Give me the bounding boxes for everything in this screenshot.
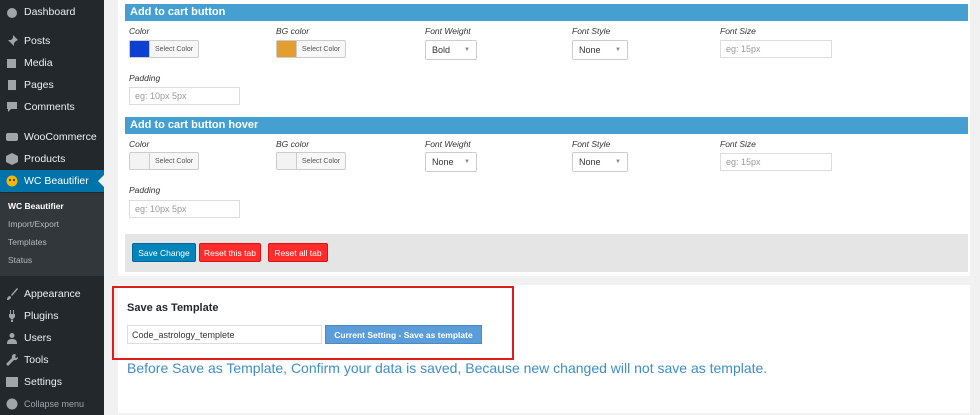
select-color-text: Select Color bbox=[155, 157, 194, 165]
nav-label: Plugins bbox=[24, 310, 59, 322]
submenu-status[interactable]: Status bbox=[8, 255, 32, 265]
color-label: Color bbox=[129, 26, 150, 36]
submenu-wc-beautifier[interactable]: WC Beautifier bbox=[8, 201, 64, 211]
collapse-icon bbox=[0, 398, 24, 410]
font-weight-value: Bold bbox=[432, 45, 451, 55]
nav-label: Appearance bbox=[24, 288, 81, 300]
pages-icon bbox=[0, 79, 24, 91]
font-size-label: Font Size bbox=[720, 26, 756, 36]
nav-appearance[interactable]: Appearance bbox=[0, 283, 104, 305]
color-label: Color bbox=[129, 139, 150, 149]
nav-label: WC Beautifier bbox=[24, 175, 89, 187]
color-swatch bbox=[130, 153, 150, 169]
nav-pages[interactable]: Pages bbox=[0, 74, 104, 96]
padding-label: Padding bbox=[129, 73, 161, 83]
font-weight-label: Font Weight bbox=[425, 139, 471, 149]
products-icon bbox=[0, 153, 24, 165]
admin-sidebar: Dashboard Posts Media Pages Comments Woo… bbox=[0, 0, 104, 415]
submenu-templates[interactable]: Templates bbox=[8, 237, 47, 247]
bg-color-swatch bbox=[277, 41, 297, 57]
font-style-value: None bbox=[579, 45, 601, 55]
nav-products[interactable]: Products bbox=[0, 148, 104, 170]
chevron-down-icon: ▼ bbox=[615, 47, 621, 53]
wrench-icon bbox=[0, 354, 24, 366]
submenu-import-export[interactable]: Import/Export bbox=[8, 219, 59, 229]
plugin-icon bbox=[0, 310, 24, 322]
bg-color-picker-button[interactable]: Select Color bbox=[276, 40, 347, 58]
nav-dashboard[interactable]: Dashboard bbox=[0, 1, 104, 23]
font-weight-label: Font Weight bbox=[425, 26, 471, 36]
pushpin-icon bbox=[0, 35, 24, 47]
comment-icon bbox=[0, 101, 24, 113]
nav-label: Collapse menu bbox=[24, 399, 85, 409]
dashboard-icon bbox=[0, 6, 24, 18]
nav-wc-beautifier[interactable]: WC Beautifier bbox=[0, 170, 104, 192]
font-size-input[interactable]: eg: 15px bbox=[720, 40, 832, 58]
reset-all-button[interactable]: Reset all tab bbox=[268, 243, 328, 262]
nav-label: Settings bbox=[24, 376, 62, 388]
select-color-text: Select Color bbox=[155, 45, 194, 53]
bg-color-label: BG color bbox=[276, 26, 310, 36]
font-style-value: None bbox=[579, 157, 601, 167]
nav-settings[interactable]: Settings bbox=[0, 371, 104, 393]
color-swatch bbox=[130, 41, 150, 57]
template-notice: Before Save as Template, Confirm your da… bbox=[127, 360, 768, 376]
nav-label: Pages bbox=[24, 79, 54, 91]
chevron-down-icon: ▼ bbox=[615, 159, 621, 165]
select-color-text: Select Color bbox=[302, 157, 341, 165]
padding-input[interactable]: eg: 10px 5px bbox=[129, 87, 240, 105]
nav-media[interactable]: Media bbox=[0, 52, 104, 74]
font-style-label: Font Style bbox=[572, 139, 611, 149]
nav-woocommerce[interactable]: WooCommerce bbox=[0, 126, 104, 148]
nav-tools[interactable]: Tools bbox=[0, 349, 104, 371]
brush-icon bbox=[0, 288, 24, 300]
section-header-add-to-cart-hover: Add to cart button hover bbox=[125, 117, 968, 134]
save-as-template-button[interactable]: Current Setting - Save as template bbox=[325, 325, 482, 344]
template-name-input[interactable]: Code_astrology_templete bbox=[127, 325, 322, 344]
wc-beautifier-submenu: WC Beautifier Import/Export Templates St… bbox=[0, 193, 104, 276]
settings-icon bbox=[0, 376, 24, 388]
hover-font-size-input[interactable]: eg: 15px bbox=[720, 153, 832, 171]
woocommerce-icon bbox=[0, 131, 24, 143]
hover-color-picker-button[interactable]: Select Color bbox=[129, 152, 200, 170]
nav-label: WooCommerce bbox=[24, 131, 97, 143]
nav-label: Users bbox=[24, 332, 52, 344]
hover-padding-input[interactable]: eg: 10px 5px bbox=[129, 200, 240, 218]
hover-font-weight-select[interactable]: None ▼ bbox=[425, 152, 477, 172]
bg-color-label: BG color bbox=[276, 139, 310, 149]
section-header-add-to-cart: Add to cart button bbox=[125, 4, 968, 21]
bg-color-swatch bbox=[277, 153, 297, 169]
reset-tab-button[interactable]: Reset this tab bbox=[199, 243, 261, 262]
hover-font-style-select[interactable]: None ▼ bbox=[572, 152, 628, 172]
collapse-menu[interactable]: Collapse menu bbox=[0, 393, 104, 415]
nav-users[interactable]: Users bbox=[0, 327, 104, 349]
nav-label: Tools bbox=[24, 354, 49, 366]
chevron-down-icon: ▼ bbox=[464, 159, 470, 165]
font-style-select[interactable]: None ▼ bbox=[572, 40, 628, 60]
chevron-down-icon: ▼ bbox=[464, 47, 470, 53]
media-icon bbox=[0, 57, 24, 69]
nav-label: Posts bbox=[24, 35, 51, 47]
font-size-label: Font Size bbox=[720, 139, 756, 149]
highlight-box bbox=[112, 286, 514, 360]
nav-label: Products bbox=[24, 153, 66, 165]
nav-label: Dashboard bbox=[24, 6, 76, 18]
nav-plugins[interactable]: Plugins bbox=[0, 305, 104, 327]
nav-label: Media bbox=[24, 57, 53, 69]
color-picker-button[interactable]: Select Color bbox=[129, 40, 200, 58]
beautifier-icon bbox=[0, 175, 24, 187]
save-change-button[interactable]: Save Change bbox=[132, 243, 196, 262]
nav-posts[interactable]: Posts bbox=[0, 30, 104, 52]
select-color-text: Select Color bbox=[302, 45, 341, 53]
users-icon bbox=[0, 332, 24, 344]
nav-label: Comments bbox=[24, 101, 75, 113]
hover-bg-color-picker-button[interactable]: Select Color bbox=[276, 152, 347, 170]
font-weight-select[interactable]: Bold ▼ bbox=[425, 40, 477, 60]
font-weight-value: None bbox=[432, 157, 454, 167]
padding-label: Padding bbox=[129, 185, 161, 195]
template-title: Save as Template bbox=[127, 302, 219, 314]
font-style-label: Font Style bbox=[572, 26, 611, 36]
nav-comments[interactable]: Comments bbox=[0, 96, 104, 118]
